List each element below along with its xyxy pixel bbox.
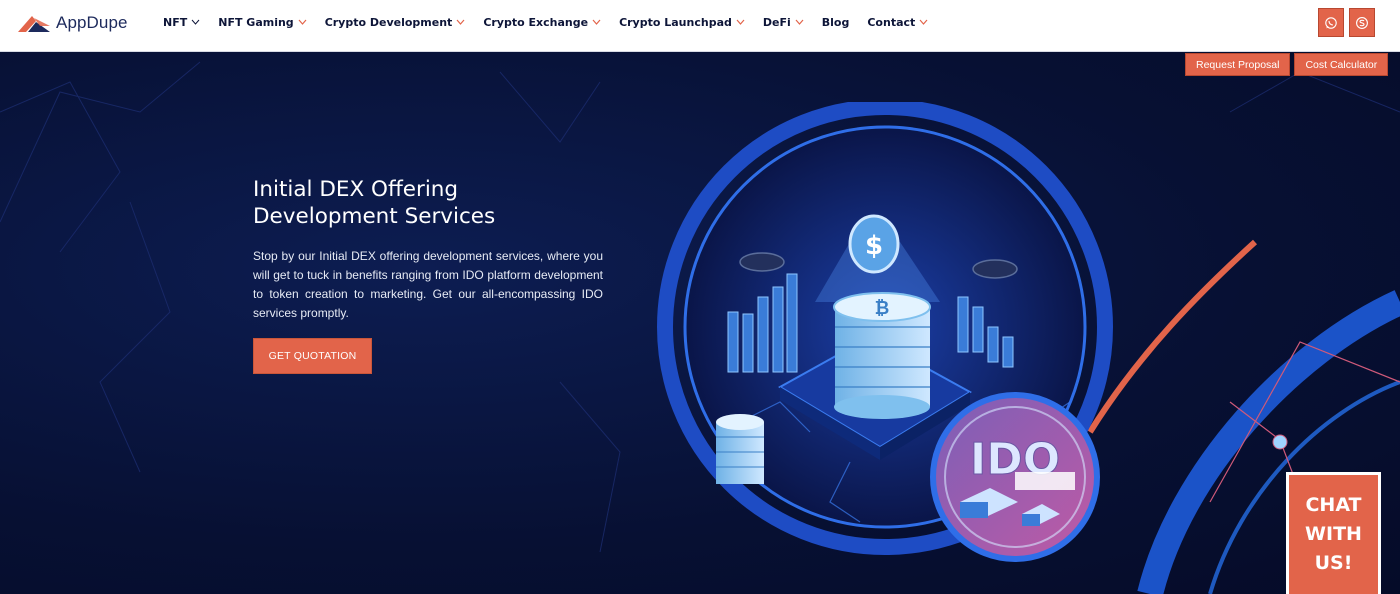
appdupe-logo-icon — [18, 16, 50, 32]
whatsapp-icon — [1325, 16, 1337, 29]
chevron-down-icon — [736, 19, 745, 25]
nav-item-label: Crypto Exchange — [483, 15, 589, 29]
nav-item-nft-gaming[interactable]: NFT Gaming — [218, 15, 307, 29]
hero-description: Stop by our Initial DEX offering develop… — [253, 249, 603, 320]
skype-icon — [1356, 16, 1368, 29]
whatsapp-button[interactable] — [1318, 8, 1344, 37]
chevron-down-icon — [191, 19, 200, 25]
skype-button[interactable] — [1349, 8, 1375, 37]
cost-calculator-button[interactable]: Cost Calculator — [1294, 53, 1389, 76]
nav-item-contact[interactable]: Contact — [867, 16, 928, 29]
hero-title: Initial DEX Offering Development Service… — [253, 176, 593, 230]
ido-illustration: ₿ $ IDO — [657, 102, 1113, 562]
nav-item-label: NFT — [163, 15, 188, 29]
hero-title-line2: Development Services — [253, 204, 496, 229]
nav-item-crypto-exchange[interactable]: Crypto Exchange — [483, 16, 601, 29]
site-header: AppDupe NFT NFT Gaming Crypto Developmen… — [0, 0, 1400, 52]
ido-badge: IDO — [930, 392, 1100, 562]
svg-text:$: $ — [865, 231, 883, 261]
nav-item-label: Blog — [821, 15, 850, 29]
main-nav: NFT NFT Gaming Crypto Development Crypto… — [163, 0, 946, 44]
nav-item-label: DeFi — [762, 15, 791, 29]
hero-title-line1: Initial DEX Offering — [253, 177, 459, 202]
nav-item-label: Crypto Launchpad — [619, 15, 732, 29]
svg-text:₿: ₿ — [875, 298, 890, 319]
chat-label-line1: CHAT — [1305, 494, 1362, 516]
nav-item-nft[interactable]: NFT — [163, 16, 200, 29]
get-quotation-button[interactable]: GET QUOTATION — [253, 338, 372, 374]
chevron-down-icon — [456, 19, 465, 25]
chevron-down-icon — [592, 19, 601, 25]
coin-stack: ₿ — [833, 292, 931, 419]
nav-item-label: Contact — [867, 15, 916, 29]
nav-item-blog[interactable]: Blog — [822, 16, 850, 29]
chat-label-line3: US! — [1314, 552, 1353, 574]
chevron-down-icon — [298, 19, 307, 25]
top-actions: Request Proposal Cost Calculator — [1185, 53, 1389, 76]
nav-item-label: NFT Gaming — [218, 15, 294, 29]
chevron-down-icon — [919, 19, 928, 25]
chat-with-us-button[interactable]: CHAT WITH US! — [1286, 472, 1381, 594]
nav-item-label: Crypto Development — [324, 15, 453, 29]
brand-name: AppDupe — [56, 13, 128, 32]
contact-icons — [1318, 8, 1375, 37]
chat-label-line2: WITH — [1305, 523, 1362, 545]
nav-item-crypto-launchpad[interactable]: Crypto Launchpad — [619, 16, 745, 29]
chevron-down-icon — [795, 19, 804, 25]
brand-logo[interactable]: AppDupe — [16, 12, 128, 34]
hero-section: Request Proposal Cost Calculator Initial… — [0, 52, 1400, 594]
request-proposal-button[interactable]: Request Proposal — [1185, 53, 1291, 76]
nav-item-defi[interactable]: DeFi — [763, 16, 804, 29]
chat-label: CHAT WITH US! — [1289, 491, 1378, 578]
nav-item-crypto-development[interactable]: Crypto Development — [325, 16, 466, 29]
